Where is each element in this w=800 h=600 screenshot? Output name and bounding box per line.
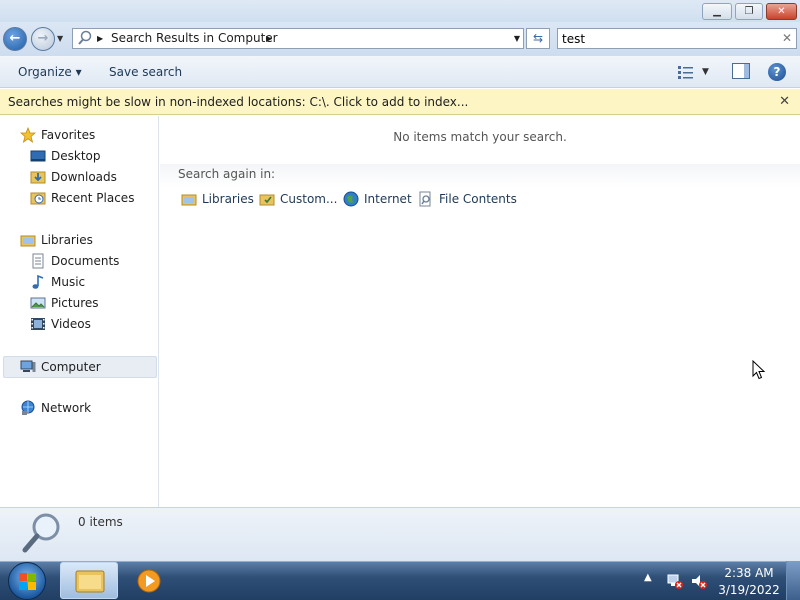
custom-folder-icon [259, 194, 275, 206]
media-player-icon [137, 569, 161, 593]
minimize-button[interactable]: ▁ [702, 3, 732, 20]
magnifier-icon [22, 513, 60, 553]
folder-icon [75, 570, 105, 593]
windows-logo-icon [19, 573, 36, 590]
recent-places-icon [30, 192, 46, 205]
documents-icon [32, 253, 44, 269]
search-box[interactable]: ✕ [557, 28, 797, 49]
change-view-icon[interactable] [676, 63, 696, 81]
breadcrumb-chevron-icon[interactable]: ▶ [266, 29, 272, 48]
network-icon [21, 400, 35, 415]
volume-muted-icon[interactable] [690, 572, 708, 590]
mouse-pointer-icon [752, 360, 766, 380]
desktop-icon [30, 150, 46, 162]
preview-pane-icon[interactable] [732, 63, 750, 79]
taskbar-explorer-button[interactable] [60, 562, 118, 599]
help-icon[interactable]: ? [768, 63, 786, 81]
no-results-message: No items match your search. [393, 130, 567, 144]
music-icon [32, 274, 44, 289]
save-search-button[interactable]: Save search [109, 64, 182, 80]
recent-pages-button[interactable]: ▼ [57, 33, 67, 45]
show-desktop-button[interactable] [786, 561, 800, 600]
libraries-icon [20, 235, 36, 247]
forward-button[interactable]: → [31, 27, 55, 51]
restore-icon: ❐ [744, 6, 754, 17]
refresh-button[interactable]: ⇆ [526, 28, 550, 49]
address-bar[interactable]: ▶ Search Results in Computer ▶ ▼ [72, 28, 524, 49]
star-icon [20, 127, 36, 143]
maximize-button[interactable]: ❐ [735, 3, 763, 20]
forward-arrow-icon: → [37, 31, 49, 46]
search-input[interactable] [562, 30, 772, 47]
minimize-icon: ▁ [713, 6, 721, 17]
breadcrumb-chevron-icon[interactable]: ▶ [97, 29, 103, 48]
index-info-bar[interactable]: Searches might be slow in non-indexed lo… [0, 89, 800, 115]
address-dropdown-icon[interactable]: ▼ [514, 29, 520, 48]
item-count: 0 items [78, 515, 123, 529]
info-bar-close-icon[interactable]: ✕ [779, 89, 790, 115]
videos-icon [31, 318, 45, 330]
search-again-label: Search again in: [178, 167, 276, 181]
network-tray-icon[interactable] [666, 572, 684, 590]
close-button[interactable]: ✕ [766, 3, 797, 20]
close-icon: ✕ [777, 6, 786, 17]
back-button[interactable]: ← [3, 27, 27, 51]
views-dropdown-icon[interactable]: ▼ [702, 63, 709, 81]
computer-icon [20, 360, 36, 372]
downloads-folder-icon [30, 171, 46, 184]
info-bar-message[interactable]: Searches might be slow in non-indexed lo… [8, 89, 468, 115]
file-contents-icon [419, 191, 431, 207]
clear-search-icon[interactable]: ✕ [782, 29, 792, 48]
taskbar-media-player-button[interactable] [122, 562, 174, 599]
show-hidden-icons-icon[interactable]: ▲ [644, 572, 652, 583]
internet-globe-icon [343, 191, 359, 207]
search-folder-icon [78, 30, 92, 45]
organize-button[interactable]: Organize ▾ [18, 64, 82, 80]
clock-date[interactable]: 3/19/2022 [716, 583, 782, 597]
breadcrumb-search-results[interactable]: Search Results in Computer [111, 29, 278, 48]
libraries-icon [181, 194, 197, 206]
back-arrow-icon: ← [9, 31, 21, 46]
pictures-icon [30, 297, 46, 309]
title-bar[interactable] [0, 0, 800, 22]
clock-time[interactable]: 2:38 AM [716, 566, 782, 580]
start-button[interactable] [8, 562, 46, 600]
